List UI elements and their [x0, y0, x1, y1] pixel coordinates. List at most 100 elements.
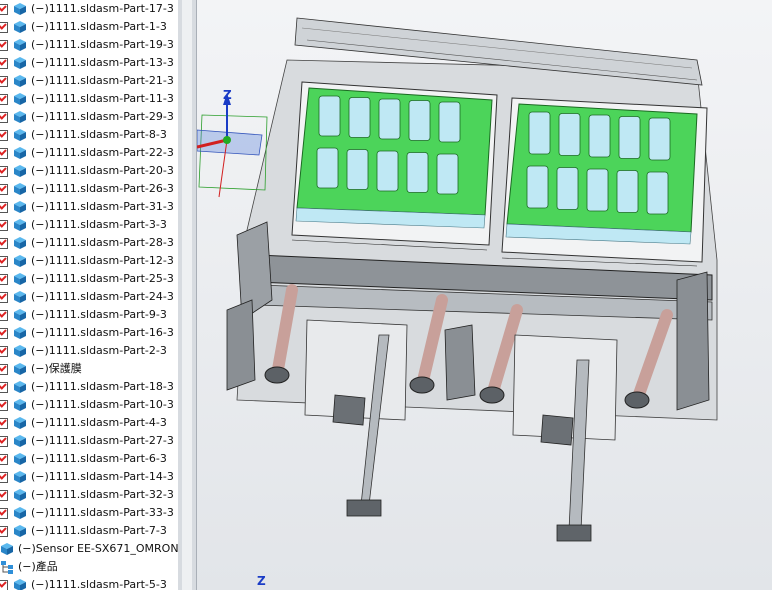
visibility-checkbox[interactable]: [0, 364, 8, 375]
tree-item[interactable]: (−)1111.sldasm-Part-19-3: [0, 36, 178, 54]
tray-pocket: [616, 170, 639, 213]
visibility-checkbox[interactable]: [0, 58, 8, 69]
visibility-checkbox[interactable]: [0, 382, 8, 393]
visibility-checkbox[interactable]: [0, 580, 8, 590]
tray-pocket: [648, 117, 671, 161]
tray-pocket: [348, 97, 371, 138]
tree-item[interactable]: (−)保護膜: [0, 360, 178, 378]
tree-item-label: (−)1111.sldasm-Part-14-3: [31, 470, 174, 483]
visibility-checkbox[interactable]: [0, 94, 8, 105]
visibility-checkbox[interactable]: [0, 202, 8, 213]
tree-item[interactable]: (−)1111.sldasm-Part-25-3: [0, 270, 178, 288]
tray-pocket: [528, 111, 551, 155]
tree-item[interactable]: (−)1111.sldasm-Part-26-3: [0, 180, 178, 198]
tree-item[interactable]: (−)1111.sldasm-Part-10-3: [0, 396, 178, 414]
tray-pocket: [346, 149, 369, 190]
tree-item[interactable]: (−)1111.sldasm-Part-20-3: [0, 162, 178, 180]
graphics-viewport[interactable]: Z Z: [197, 0, 772, 590]
tree-item[interactable]: (−)1111.sldasm-Part-24-3: [0, 288, 178, 306]
visibility-checkbox[interactable]: [0, 508, 8, 519]
tree-item-label: (−)1111.sldasm-Part-12-3: [31, 254, 174, 267]
visibility-checkbox[interactable]: [0, 454, 8, 465]
tree-scrollbar[interactable]: [178, 0, 197, 590]
tree-item-label: (−)1111.sldasm-Part-8-3: [31, 128, 167, 141]
view-triad[interactable]: Z: [197, 85, 272, 205]
visibility-checkbox[interactable]: [0, 220, 8, 231]
visibility-checkbox[interactable]: [0, 256, 8, 267]
tree-item[interactable]: (−)1111.sldasm-Part-1-3: [0, 18, 178, 36]
tray-pocket: [378, 98, 401, 140]
tree-item-label: (−)1111.sldasm-Part-9-3: [31, 308, 167, 321]
part-cube-icon: [14, 57, 26, 69]
tree-item[interactable]: (−)1111.sldasm-Part-11-3: [0, 90, 178, 108]
part-cube-icon: [14, 75, 26, 87]
visibility-checkbox[interactable]: [0, 184, 8, 195]
visibility-checkbox[interactable]: [0, 292, 8, 303]
visibility-checkbox[interactable]: [0, 490, 8, 501]
tree-item[interactable]: (−)1111.sldasm-Part-2-3: [0, 342, 178, 360]
tree-item[interactable]: (−)1111.sldasm-Part-29-3: [0, 108, 178, 126]
visibility-checkbox[interactable]: [0, 76, 8, 87]
tree-item-label: (−)1111.sldasm-Part-28-3: [31, 236, 174, 249]
tree-item[interactable]: (−)1111.sldasm-Part-21-3: [0, 72, 178, 90]
tree-item[interactable]: (−)1111.sldasm-Part-4-3: [0, 414, 178, 432]
visibility-checkbox[interactable]: [0, 238, 8, 249]
tree-item[interactable]: (−)1111.sldasm-Part-14-3: [0, 468, 178, 486]
tree-item[interactable]: (−)1111.sldasm-Part-13-3: [0, 54, 178, 72]
tree-scrollbar-thumb[interactable]: [182, 0, 192, 590]
tree-item[interactable]: (−)1111.sldasm-Part-8-3: [0, 126, 178, 144]
part-cube-icon: [14, 453, 26, 465]
tray-pocket: [408, 100, 431, 141]
visibility-checkbox[interactable]: [0, 526, 8, 537]
visibility-checkbox[interactable]: [0, 328, 8, 339]
tree-item[interactable]: (−)1111.sldasm-Part-12-3: [0, 252, 178, 270]
visibility-checkbox[interactable]: [0, 130, 8, 141]
visibility-checkbox[interactable]: [0, 22, 8, 33]
visibility-checkbox[interactable]: [0, 4, 8, 15]
visibility-checkbox[interactable]: [0, 274, 8, 285]
triad-z-label: Z: [223, 88, 232, 102]
tree-item-label: (−)1111.sldasm-Part-13-3: [31, 56, 174, 69]
tree-item-label: (−)1111.sldasm-Part-19-3: [31, 38, 174, 51]
tree-item[interactable]: (−)1111.sldasm-Part-5-3: [0, 576, 178, 590]
tray-pocket: [588, 114, 611, 158]
tray-pocket: [376, 150, 399, 192]
tree-item[interactable]: (−)Sensor EE-SX671_OMRON_: [0, 540, 178, 558]
tray-pocket: [586, 168, 609, 212]
visibility-checkbox[interactable]: [0, 148, 8, 159]
tree-item[interactable]: (−)1111.sldasm-Part-33-3: [0, 504, 178, 522]
tree-item[interactable]: (−)1111.sldasm-Part-17-3: [0, 0, 178, 18]
tree-item-label: (−)1111.sldasm-Part-22-3: [31, 146, 174, 159]
tree-item-label: (−)Sensor EE-SX671_OMRON_: [18, 542, 179, 555]
tree-item-label: (−)1111.sldasm-Part-31-3: [31, 200, 174, 213]
tree-item[interactable]: (−)1111.sldasm-Part-31-3: [0, 198, 178, 216]
tree-item[interactable]: (−)1111.sldasm-Part-32-3: [0, 486, 178, 504]
visibility-checkbox[interactable]: [0, 436, 8, 447]
bottom-axis-label: Z: [257, 574, 266, 588]
tree-item[interactable]: (−)1111.sldasm-Part-18-3: [0, 378, 178, 396]
tree-item-label: (−)1111.sldasm-Part-29-3: [31, 110, 174, 123]
visibility-checkbox[interactable]: [0, 472, 8, 483]
visibility-checkbox[interactable]: [0, 346, 8, 357]
tray-pocket: [646, 171, 669, 215]
part-cube-icon: [14, 273, 26, 285]
tree-item[interactable]: (−)1111.sldasm-Part-7-3: [0, 522, 178, 540]
visibility-checkbox[interactable]: [0, 112, 8, 123]
visibility-checkbox[interactable]: [0, 310, 8, 321]
assembly-model[interactable]: [197, 0, 772, 590]
part-cube-icon: [14, 3, 26, 15]
tree-item[interactable]: (−)1111.sldasm-Part-22-3: [0, 144, 178, 162]
tree-item[interactable]: (−)1111.sldasm-Part-9-3: [0, 306, 178, 324]
tree-item[interactable]: (−)1111.sldasm-Part-6-3: [0, 450, 178, 468]
tree-item[interactable]: (−)產品: [0, 558, 178, 576]
part-cube-icon: [14, 237, 26, 249]
tree-item[interactable]: (−)1111.sldasm-Part-16-3: [0, 324, 178, 342]
tree-item[interactable]: (−)1111.sldasm-Part-27-3: [0, 432, 178, 450]
visibility-checkbox[interactable]: [0, 400, 8, 411]
visibility-checkbox[interactable]: [0, 40, 8, 51]
cylinder-base: [624, 391, 650, 409]
tree-item[interactable]: (−)1111.sldasm-Part-28-3: [0, 234, 178, 252]
tree-item[interactable]: (−)1111.sldasm-Part-3-3: [0, 216, 178, 234]
visibility-checkbox[interactable]: [0, 418, 8, 429]
visibility-checkbox[interactable]: [0, 166, 8, 177]
